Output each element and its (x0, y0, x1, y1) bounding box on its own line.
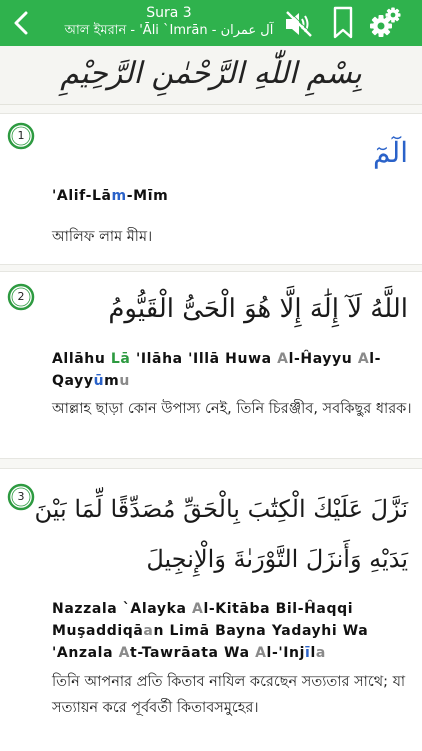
back-button[interactable] (6, 6, 36, 40)
bookmark-icon (333, 6, 353, 39)
verse-arabic-line-2: يَدَيْهِ وَأَنزَلَ التَّوْرَىٰةَ وَالْإِ… (146, 545, 408, 573)
verse-translation: আল্লাহ ছাড়া কোন উপাস্য নেই, তিনি চিরঞ্জ… (52, 401, 412, 417)
verse-arabic: اللَّهُ لَآ إِلَٰهَ إِلَّا هُوَ الْحَىُّ… (108, 294, 408, 324)
verse-number: 3 (17, 490, 25, 503)
bismillah-calligraphy: بِسْمِ اللّٰهِ الرَّحْمٰنِ الرَّحِيْمِ (60, 56, 362, 91)
audio-toggle-button[interactable] (284, 10, 314, 38)
bismillah-banner: بِسْمِ اللّٰهِ الرَّحْمٰنِ الرَّحِيْمِ (0, 46, 422, 105)
verse-card-1[interactable]: 1 الٓمٓ 'Alif-Lām-Mīm আলিফ লাম মীম। (0, 113, 422, 265)
verse-card-2[interactable]: 2 اللَّهُ لَآ إِلَٰهَ إِلَّا هُوَ الْحَى… (0, 271, 422, 459)
sura-title: Sura 3 আল ইমরান - 'Āli `Imrān - آل عمران (44, 4, 294, 40)
settings-button[interactable] (368, 6, 402, 40)
verse-number-badge[interactable]: 3 (7, 483, 35, 511)
verse-number-badge[interactable]: 1 (7, 122, 35, 150)
speaker-muted-icon (286, 10, 313, 37)
gear-icon (370, 7, 401, 37)
verse-number: 1 (17, 129, 25, 142)
verse-transliteration: Allāhu Lā 'Ilāha 'Illā Huwa Al-Ĥayyu Al-… (52, 351, 382, 389)
verse-number-badge[interactable]: 2 (7, 283, 35, 311)
verse-translation: তিনি আপনার প্রতি কিতাব নাযিল করেছেন সত্য… (52, 674, 406, 716)
sura-name-label: আল ইমরান - 'Āli `Imrān - آل عمران (64, 23, 274, 38)
bookmark-button[interactable] (332, 6, 354, 40)
verse-translation: আলিফ লাম মীম। (52, 229, 153, 245)
verse-card-3[interactable]: 3 نَزَّلَ عَلَيْكَ الْكِتَٰبَ بِالْحَقِّ… (0, 468, 422, 751)
sura-number-label: Sura 3 (146, 5, 192, 21)
verse-arabic: الٓمٓ (373, 136, 408, 169)
verse-transliteration: 'Alif-Lām-Mīm (52, 188, 169, 204)
chevron-left-icon (14, 11, 28, 35)
verse-transliteration: Nazzala `Alayka Al-Kitāba Bil-Ĥaqqi Muşa… (52, 601, 369, 661)
verse-arabic-line-1: نَزَّلَ عَلَيْكَ الْكِتَٰبَ بِالْحَقِّ م… (34, 495, 408, 523)
verse-number: 2 (17, 290, 25, 303)
nav-header: Sura 3 আল ইমরান - 'Āli `Imrān - آل عمران (0, 0, 422, 46)
